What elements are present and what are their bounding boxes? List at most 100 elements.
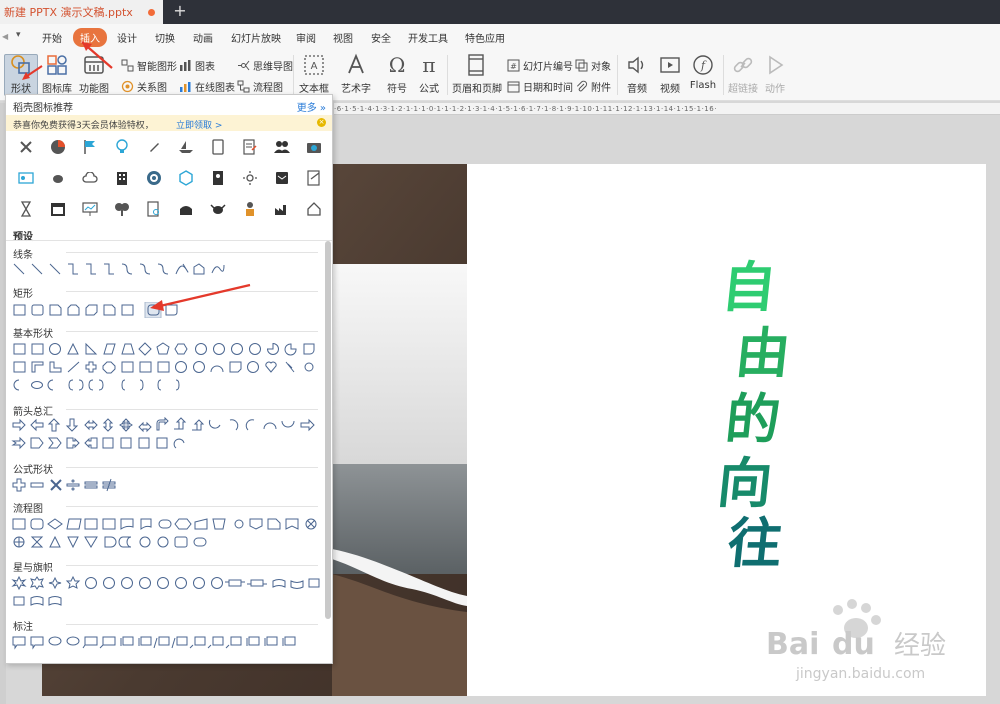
panel-scrollbar[interactable] [325,241,331,619]
accent-callout-1-shape[interactable] [138,636,152,646]
oval-shape[interactable] [49,343,61,355]
internal-storage-shape[interactable] [102,518,116,530]
left-up-arrow-shape[interactable] [192,419,205,431]
triangle-shape[interactable] [67,342,79,355]
vertical-text-box-shape[interactable] [31,343,44,355]
notepad-icon[interactable] [305,169,323,187]
5-point-star-shape[interactable] [65,575,81,589]
accent-border-callout-3-shape[interactable] [282,636,296,646]
bent-arrow-shape[interactable] [156,417,169,431]
action-button[interactable]: 动作 [756,53,794,95]
curve-shape[interactable] [175,263,189,275]
24-point-star-shape[interactable] [193,577,205,589]
direct-access-shape[interactable] [174,536,188,548]
10-point-star-shape[interactable] [139,577,151,589]
curved-ribbon-shape[interactable] [272,579,286,588]
pentagon-arrow-shape[interactable] [30,437,44,449]
7-point-star-shape[interactable] [103,577,115,589]
right-brace-shape[interactable] [175,379,180,391]
accent-callout-3-shape[interactable] [171,636,188,649]
factory-icon[interactable] [273,200,291,218]
elbow-connector-shape[interactable] [68,263,78,275]
down-arrow-callout-shape[interactable] [120,437,132,449]
tab-view[interactable]: 视图 [333,30,353,45]
double-brace-shape[interactable] [88,379,104,391]
calendar-grid-icon[interactable] [49,200,67,218]
process-shape[interactable] [12,518,26,530]
offpage-connector-shape[interactable] [249,518,263,530]
u-turn-arrow-shape[interactable] [174,417,187,430]
rectangle-shape[interactable] [13,304,26,316]
curved-up-arrow-shape[interactable] [263,422,277,430]
cloud-shape[interactable] [31,381,43,389]
lightning-bolt-shape[interactable] [285,361,295,373]
border-callout-3-shape[interactable] [225,636,242,649]
pie-shape[interactable] [266,342,279,355]
double-arrow-line-shape[interactable] [49,263,61,275]
card-shape[interactable] [267,518,281,530]
vertical-scroll-shape[interactable] [308,578,320,588]
cube-shape[interactable] [139,361,152,373]
border-callout-1-shape[interactable] [189,636,206,649]
l-shape[interactable] [49,361,62,373]
12-point-star-shape[interactable] [157,577,169,589]
text-box-shape[interactable] [13,343,26,355]
teardrop-shape[interactable] [303,343,315,355]
up-arrow-shape[interactable] [47,418,61,432]
freeform-shape[interactable] [193,263,205,275]
person-icon[interactable] [241,200,259,218]
up-arrow-callout-shape[interactable] [102,437,114,449]
flag-icon[interactable] [81,138,99,156]
tab-home[interactable]: 开始 [42,30,62,45]
equal-shape[interactable] [84,481,98,489]
multidocument-shape[interactable] [140,518,152,531]
title-char[interactable]: 自 [719,255,780,319]
header-footer-button[interactable]: 页眉和页脚 [452,53,502,95]
accent-callout-2-shape[interactable] [153,636,170,649]
cross-shape[interactable] [85,361,97,373]
chevron-arrow-shape[interactable] [47,437,62,449]
sequential-access-shape[interactable] [139,536,151,548]
presentation-board-icon[interactable] [81,200,99,218]
manual-input-shape[interactable] [194,518,208,530]
oval-callout-shape[interactable] [48,636,62,646]
scribble-shape[interactable] [211,264,225,274]
explosion-2-shape[interactable] [30,576,44,590]
minus-shape[interactable] [30,482,44,488]
title-char[interactable]: 往 [725,511,786,575]
up-down-arrow-shape[interactable] [102,418,114,432]
rounded-rect-callout-shape[interactable] [30,636,44,650]
curved-right-arrow-shape[interactable] [229,419,239,431]
rounded-rectangle-shape[interactable] [31,304,44,316]
lightbulb-icon[interactable] [113,138,131,156]
bevel-shape[interactable] [157,361,170,373]
tab-animation[interactable]: 动画 [193,30,213,45]
horizontal-scroll-shape[interactable] [13,596,25,606]
textbox-button[interactable]: A 文本框 [295,53,333,95]
pie-chart-icon[interactable] [49,138,67,156]
attachment-button[interactable]: 附件 [575,78,611,94]
promo-claim-link[interactable]: 立即领取 > [176,118,222,131]
building-icon[interactable] [113,169,131,187]
relation-button[interactable]: 关系图 [121,78,167,94]
left-right-arrow-callout-shape[interactable] [138,437,150,449]
online-chart-button[interactable]: 在线图表 [179,78,235,94]
left-arrow-callout-shape[interactable] [84,437,98,449]
heptagon-shape[interactable] [195,343,207,355]
quad-arrow-shape[interactable] [119,418,133,432]
cloud-icon[interactable] [81,169,99,187]
line-callout-3-shape[interactable] [120,636,134,646]
extract-shape[interactable] [67,536,79,549]
cake-icon[interactable] [177,200,195,218]
rect-callout-shape[interactable] [12,636,26,650]
multiply-shape[interactable] [50,479,62,491]
phone-icon[interactable] [209,138,227,156]
collate-shape[interactable] [30,536,44,548]
tab-security[interactable]: 安全 [371,30,391,45]
close-icon[interactable]: × [317,118,326,127]
parallelogram-shape[interactable] [103,343,116,355]
border-callout-2-shape[interactable] [207,636,224,649]
moon-shape[interactable] [13,379,20,391]
bent-up-arrow-shape[interactable] [208,419,221,429]
accent-border-callout-2-shape[interactable] [264,636,278,646]
